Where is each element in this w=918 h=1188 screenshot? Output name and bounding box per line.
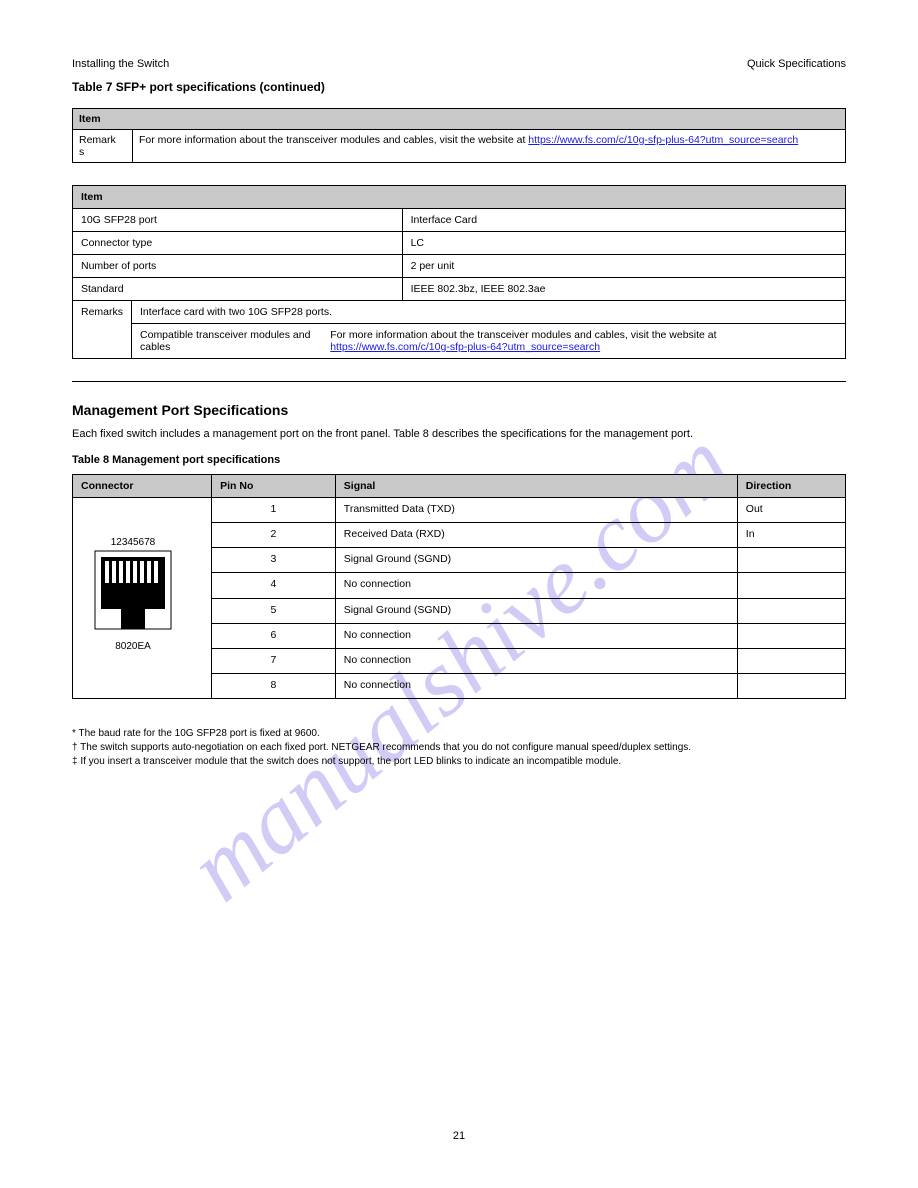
rj45-pins-label: 12345678	[111, 537, 156, 548]
t2-compat-label: Compatible transceiver modules and cable…	[140, 329, 322, 353]
t3-r4-sig: Signal Ground (SGND)	[335, 598, 737, 623]
table1-remark-label2: s	[79, 146, 84, 158]
page-number: 21	[0, 1130, 918, 1142]
t3-r2-pin: 3	[212, 548, 336, 573]
t2-compat-text: For more information about the transceiv…	[330, 329, 716, 341]
t3-h0: Connector	[73, 475, 212, 498]
t3-h3: Direction	[737, 475, 845, 498]
table-interface-card: Item 10G SFP28 portInterface Card Connec…	[72, 185, 846, 359]
page-title: Table 7 SFP+ port specifications (contin…	[72, 80, 846, 94]
section-heading: Management Port Specifications	[72, 402, 846, 418]
t3-r1-pin: 2	[212, 523, 336, 548]
header-right: Quick Specifications	[747, 58, 846, 70]
table-pinout: Connector Pin No Signal Direction 123456…	[72, 474, 846, 699]
t2-r2-r: 2 per unit	[402, 255, 845, 278]
footnotes: * The baud rate for the 10G SFP28 port i…	[72, 727, 846, 769]
t2-r1-r: LC	[402, 232, 845, 255]
t3-r6-pin: 7	[212, 648, 336, 673]
t3-r4-pin: 5	[212, 598, 336, 623]
table3-title: Table 8 Management port specifications	[72, 454, 846, 466]
rj45-connector-diagram: 12345678	[73, 498, 193, 698]
t3-h2: Signal	[335, 475, 737, 498]
table1-header: Item	[73, 109, 846, 130]
t3-r5-sig: No connection	[335, 623, 737, 648]
t3-r6-dir	[737, 648, 845, 673]
t3-r2-dir	[737, 548, 845, 573]
t3-r0-pin: 1	[212, 498, 336, 523]
t3-r5-pin: 6	[212, 623, 336, 648]
section-divider	[72, 381, 846, 382]
table1-url-link[interactable]: https://www.fs.com/c/10g-sfp-plus-64?utm…	[528, 134, 798, 146]
footnote-2: † The switch supports auto-negotiation o…	[72, 741, 846, 755]
t2-remark-label: Remarks	[73, 301, 132, 359]
table2-header: Item	[73, 186, 846, 209]
running-header: Installing the Switch Quick Specificatio…	[72, 58, 846, 70]
t2-r1-l: Connector type	[73, 232, 403, 255]
t3-r7-pin: 8	[212, 673, 336, 698]
t3-r1-dir: In	[737, 523, 845, 548]
t2-r0-l: 10G SFP28 port	[73, 209, 403, 232]
t2-r0-r: Interface Card	[402, 209, 845, 232]
section-paragraph: Each fixed switch includes a management …	[72, 428, 846, 440]
t3-r7-sig: No connection	[335, 673, 737, 698]
t3-r5-dir	[737, 623, 845, 648]
t3-r3-dir	[737, 573, 845, 598]
table1-remark-text: For more information about the transceiv…	[139, 134, 525, 146]
t3-r4-dir	[737, 598, 845, 623]
t2-remark-text: Interface card with two 10G SFP28 ports.	[132, 301, 846, 324]
header-left: Installing the Switch	[72, 58, 169, 70]
t2-r2-l: Number of ports	[73, 255, 403, 278]
t3-r2-sig: Signal Ground (SGND)	[335, 548, 737, 573]
t2-r3-l: Standard	[73, 278, 403, 301]
t3-r3-sig: No connection	[335, 573, 737, 598]
footnote-3: ‡ If you insert a transceiver module tha…	[72, 755, 846, 769]
t2-r3-r: IEEE 802.3bz, IEEE 802.3ae	[402, 278, 845, 301]
t2-compat-url[interactable]: https://www.fs.com/c/10g-sfp-plus-64?utm…	[330, 341, 600, 353]
t3-r6-sig: No connection	[335, 648, 737, 673]
t3-r3-pin: 4	[212, 573, 336, 598]
t3-r0-sig: Transmitted Data (TXD)	[335, 498, 737, 523]
t3-r1-sig: Received Data (RXD)	[335, 523, 737, 548]
footnote-1: * The baud rate for the 10G SFP28 port i…	[72, 727, 846, 741]
t3-h1: Pin No	[212, 475, 336, 498]
rj45-sub-label: 8020EA	[115, 641, 151, 652]
t3-r7-dir	[737, 673, 845, 698]
table1-remark-label1: Remark	[79, 134, 116, 146]
table-sfp-continued: Item Remark s For more information about…	[72, 108, 846, 163]
t3-r0-dir: Out	[737, 498, 845, 523]
rj45-icon: 12345678	[87, 533, 179, 663]
